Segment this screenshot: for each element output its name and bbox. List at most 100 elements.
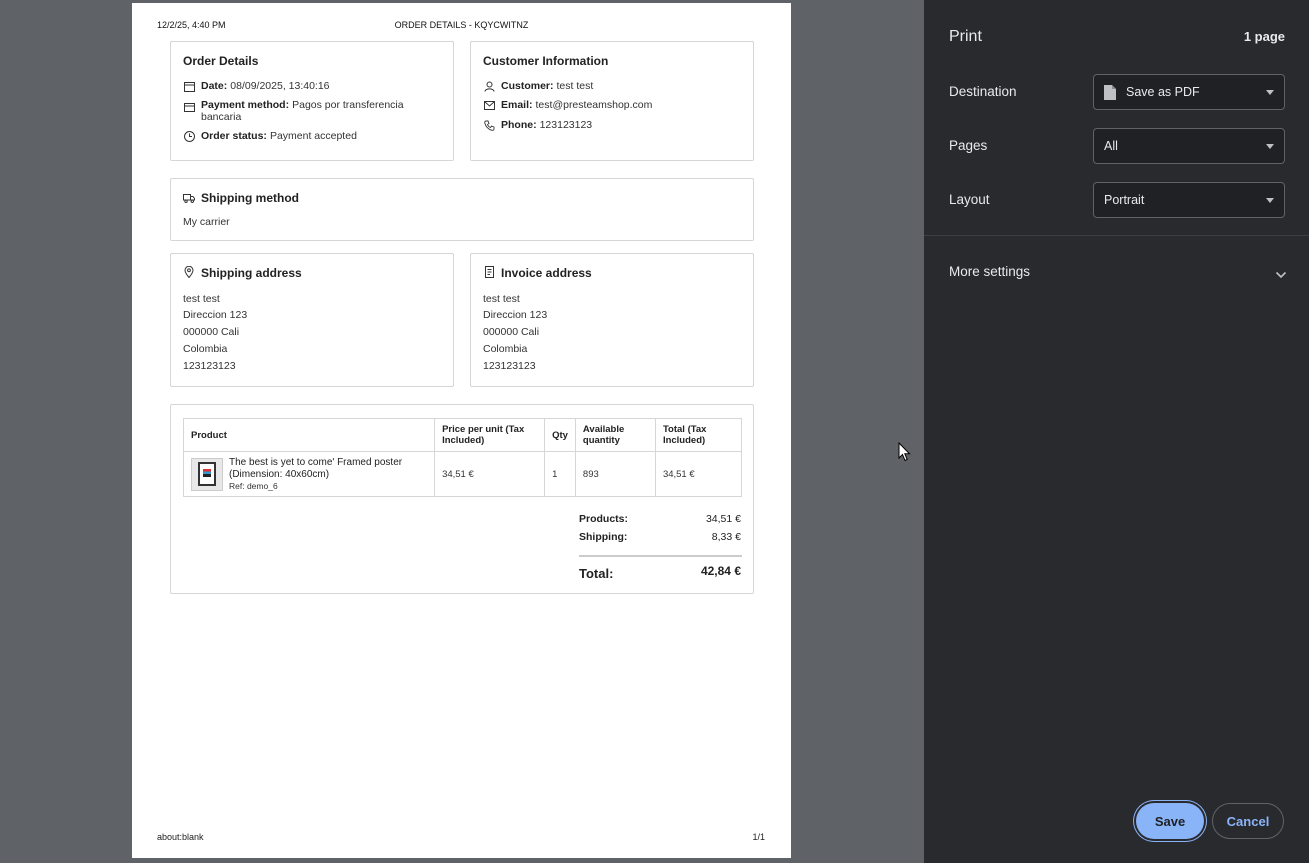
invoice-address-line: Colombia: [483, 343, 528, 355]
chevron-down-icon: [1266, 90, 1274, 95]
order-status-row: Order status: Payment accepted: [183, 130, 357, 142]
envelope-icon: [483, 99, 495, 111]
order-date-value: 08/09/2025, 13:40:16: [230, 80, 330, 92]
document-icon: [1104, 84, 1116, 100]
totals-divider: [579, 555, 742, 557]
col-header-price: Price per unit (Tax Included): [434, 418, 546, 452]
shipping-address-line: 123123123: [183, 360, 236, 372]
mouse-cursor-icon: [898, 441, 911, 467]
email-label: Email:: [501, 99, 533, 111]
truck-icon: [183, 192, 195, 204]
product-name: The best is yet to come' Framed poster (…: [229, 457, 403, 480]
shipping-address-line: 000000 Cali: [183, 326, 240, 338]
page-header-title: ORDER DETAILS - KQYCWITNZ: [394, 20, 529, 30]
print-dialog-title: Print: [949, 28, 982, 45]
invoice-address-card: Invoice address test test Direccion 123 …: [470, 253, 754, 387]
expand-chevron-icon[interactable]: [1275, 266, 1287, 284]
product-total: 34,51 €: [654, 451, 743, 497]
product-price: 34,51 €: [434, 451, 546, 497]
shipping-address-line: Colombia: [183, 343, 228, 355]
invoice-address-line: 123123123: [483, 360, 536, 372]
invoice-address-line: test test: [483, 293, 520, 305]
shipping-address-line: test test: [183, 293, 220, 305]
order-details-card: Order Details Date: 08/09/2025, 13:40:16 …: [170, 41, 454, 161]
page-count: 1 page: [1243, 29, 1285, 44]
shipping-address-line: Direccion 123: [183, 309, 248, 321]
customer-email-row: Email: test@presteamshop.com: [483, 99, 652, 111]
customer-info-title: Customer Information: [483, 54, 609, 68]
receipt-icon: [483, 266, 495, 278]
pages-value: All: [1104, 139, 1118, 153]
col-header-total: Total (Tax Included): [654, 418, 743, 452]
calendar-icon: [183, 80, 195, 92]
order-date-row: Date: 08/09/2025, 13:40:16: [183, 80, 330, 92]
customer-phone-row: Phone: 123123123: [483, 119, 592, 131]
credit-card-icon: [183, 101, 195, 113]
shipping-method-title: Shipping method: [201, 191, 299, 205]
layout-select[interactable]: Portrait: [1093, 182, 1285, 218]
phone-label: Phone:: [501, 119, 537, 131]
preview-page: 12/2/25, 4:40 PM ORDER DETAILS - KQYCWIT…: [132, 3, 791, 858]
product-ref: Ref: demo_6: [229, 481, 278, 491]
page-footer-number: 1/1: [752, 832, 765, 842]
customer-value: test test: [556, 80, 594, 92]
payment-method-row: Payment method: Pagos por transferencia b…: [183, 99, 438, 123]
product-available: 893: [574, 451, 656, 497]
customer-info-card: Customer Information Customer: test test …: [470, 41, 754, 161]
layout-label: Layout: [949, 192, 990, 207]
order-details-title: Order Details: [183, 54, 259, 68]
chevron-down-icon: [1266, 144, 1274, 149]
clock-icon: [183, 130, 195, 142]
shipping-method-card: Shipping method My carrier: [170, 178, 754, 241]
cancel-button[interactable]: Cancel: [1212, 803, 1284, 839]
shipping-method-value: My carrier: [183, 216, 230, 228]
more-settings-toggle[interactable]: More settings: [949, 264, 1030, 279]
destination-select[interactable]: Save as PDF: [1093, 74, 1285, 110]
product-cell: The best is yet to come' Framed poster (…: [182, 451, 436, 497]
shipping-address-heading: Shipping address: [183, 266, 305, 280]
shipping-total-label: Shipping:: [579, 531, 628, 543]
customer-label: Customer:: [501, 80, 554, 92]
phone-value: 123123123: [539, 119, 593, 131]
print-preview-area: 12/2/25, 4:40 PM ORDER DETAILS - KQYCWIT…: [0, 0, 924, 863]
products-total-label: Products:: [579, 513, 629, 525]
print-settings-panel: Print 1 page Destination Save as PDF Pag…: [924, 0, 1309, 863]
order-status-value: Payment accepted: [269, 130, 357, 142]
col-header-product: Product: [182, 418, 436, 452]
page-footer-url: about:blank: [157, 832, 204, 842]
destination-label: Destination: [949, 84, 1017, 99]
save-button[interactable]: Save: [1136, 803, 1204, 839]
layout-value: Portrait: [1104, 193, 1145, 207]
product-qty: 1: [544, 451, 576, 497]
user-icon: [483, 80, 495, 92]
grand-total-label: Total:: [579, 566, 614, 581]
invoice-address-line: Direccion 123: [483, 309, 548, 321]
order-status-label: Order status:: [201, 130, 267, 142]
chevron-down-icon: [1266, 198, 1274, 203]
grand-total-value: 42,84 €: [700, 564, 741, 578]
payment-method-label: Payment method:: [201, 99, 290, 111]
products-card: Product Price per unit (Tax Included) Qt…: [170, 404, 754, 594]
settings-divider: [924, 235, 1309, 236]
invoice-address-heading: Invoice address: [483, 266, 595, 280]
table-row: The best is yet to come' Framed poster (…: [182, 451, 743, 497]
products-table: Product Price per unit (Tax Included) Qt…: [182, 418, 743, 497]
map-pin-icon: [183, 266, 195, 278]
order-date-label: Date:: [201, 80, 228, 92]
email-value: test@presteamshop.com: [535, 99, 653, 111]
invoice-address-title: Invoice address: [501, 266, 592, 280]
pages-select[interactable]: All: [1093, 128, 1285, 164]
invoice-address-line: 000000 Cali: [483, 326, 540, 338]
shipping-method-heading: Shipping method: [183, 191, 302, 205]
shipping-total-value: 8,33 €: [711, 531, 741, 543]
pages-label: Pages: [949, 138, 988, 153]
products-header-row: Product Price per unit (Tax Included) Qt…: [182, 418, 743, 452]
col-header-qty: Qty: [544, 418, 576, 452]
products-total-value: 34,51 €: [705, 513, 741, 525]
product-thumbnail: [191, 457, 223, 491]
shipping-address-title: Shipping address: [201, 266, 302, 280]
col-header-available: Available quantity: [574, 418, 656, 452]
customer-name-row: Customer: test test: [483, 80, 593, 92]
shipping-address-card: Shipping address test test Direccion 123…: [170, 253, 454, 387]
destination-value: Save as PDF: [1126, 85, 1200, 99]
